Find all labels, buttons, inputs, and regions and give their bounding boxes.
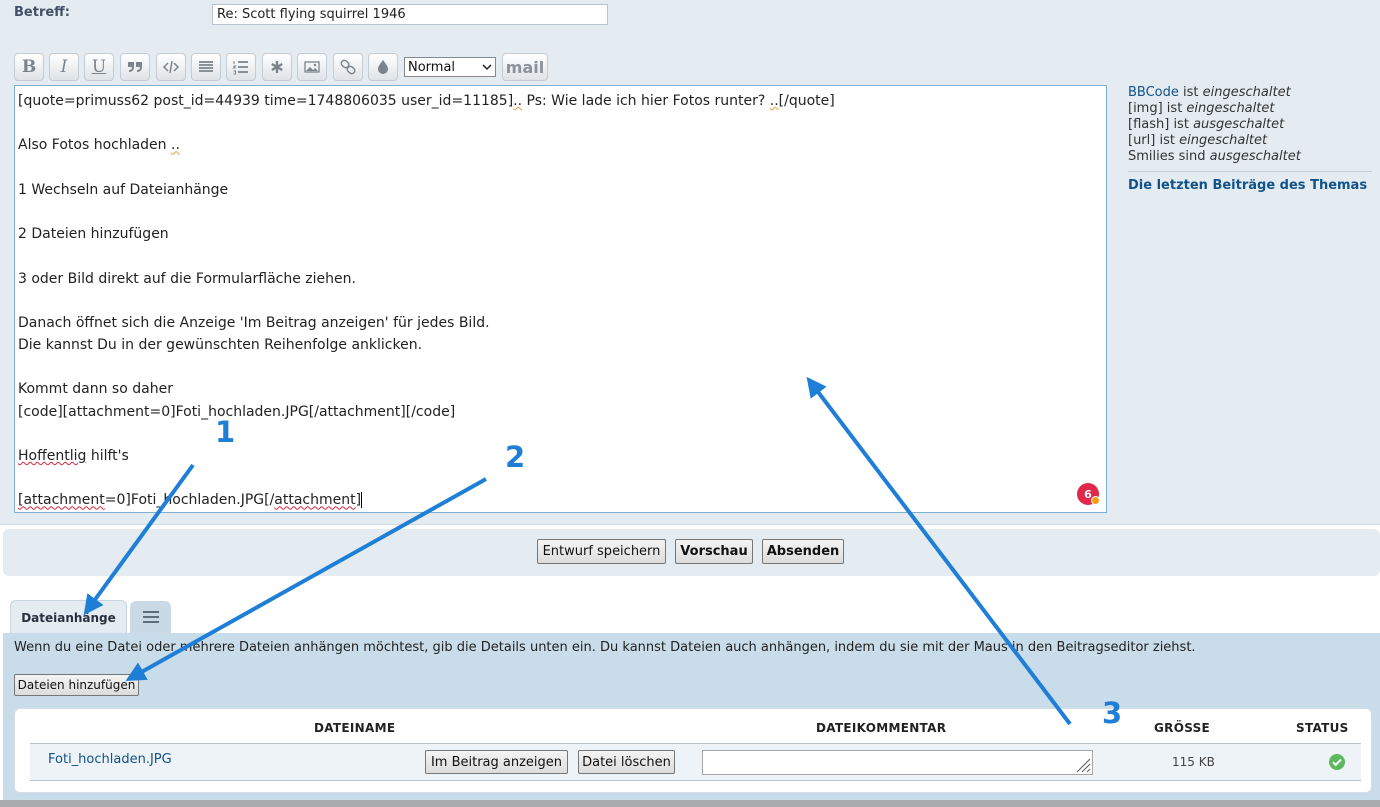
- attachments-description: Wenn du eine Datei oder mehrere Dateien …: [14, 640, 1196, 655]
- resize-grip-icon[interactable]: [1073, 755, 1091, 773]
- bbcode-status-panel: BBCode ist eingeschaltet [img] ist einge…: [1128, 85, 1372, 194]
- column-filename: DATEINAME: [314, 721, 396, 735]
- save-draft-button[interactable]: Entwurf speichern: [537, 539, 666, 564]
- column-comment: DATEIKOMMENTAR: [816, 721, 947, 735]
- underline-button[interactable]: U: [84, 53, 114, 81]
- color-button[interactable]: [368, 53, 398, 81]
- list-button[interactable]: [191, 53, 221, 81]
- img-status: [img] ist eingeschaltet: [1128, 101, 1275, 116]
- smilies-status: Smilies sind ausgeschaltet: [1128, 149, 1301, 164]
- file-comment-input[interactable]: [702, 750, 1093, 775]
- italic-button[interactable]: I: [49, 53, 79, 81]
- quote-icon: [128, 62, 142, 72]
- editor-line: Hoffentlig hilft's: [18, 448, 129, 464]
- url-status: [url] ist eingeschaltet: [1128, 133, 1268, 148]
- code-icon: [162, 60, 180, 74]
- ordered-list-icon: [232, 61, 248, 75]
- editor-line: [code][attachment=0]Foti_hochladen.JPG[/…: [18, 403, 456, 420]
- annotation-label-1: 1: [215, 415, 236, 449]
- tab-attachments[interactable]: Dateianhänge: [10, 600, 127, 634]
- menu-icon: [142, 611, 159, 623]
- editor-line: Danach öffnet sich die Anzeige 'Im Beitr…: [18, 314, 490, 331]
- tab-options[interactable]: [130, 601, 171, 633]
- file-name-link[interactable]: Foti_hochladen.JPG: [48, 752, 172, 767]
- column-status: STATUS: [1296, 721, 1349, 735]
- editor-line: Also Fotos hochladen ..: [18, 137, 180, 154]
- annotation-label-3: 3: [1102, 696, 1123, 730]
- divider: [1128, 171, 1372, 172]
- ordered-list-button[interactable]: [226, 53, 256, 81]
- editor-line: [attachment=0]Foti_hochladen.JPG[/attach…: [18, 492, 363, 509]
- color-drop-icon: [378, 60, 388, 74]
- spellcheck-badge[interactable]: 6: [1077, 483, 1100, 505]
- check-circle-icon: [1329, 754, 1345, 770]
- show-in-post-button[interactable]: Im Beitrag anzeigen: [425, 750, 568, 774]
- font-size-select[interactable]: Normal: [404, 57, 496, 77]
- last-posts-link[interactable]: Die letzten Beiträge des Themas: [1128, 178, 1372, 194]
- list-icon: [199, 61, 213, 72]
- editor-line: 2 Dateien hinzufügen: [18, 226, 169, 243]
- attachments-table: DATEINAME DATEIKOMMENTAR GRÖSSE STATUS F…: [14, 708, 1372, 793]
- asterisk-icon: [271, 61, 283, 73]
- subject-input[interactable]: Re: Scott flying squirrel 1946: [212, 4, 608, 25]
- editor-line: 1 Wechseln auf Dateianhänge: [18, 181, 229, 198]
- image-icon: [304, 61, 320, 73]
- bbcode-link[interactable]: BBCode: [1128, 85, 1179, 100]
- table-row: Foti_hochladen.JPG Im Beitrag anzeigen D…: [30, 743, 1361, 781]
- file-size: 115 KB: [1172, 755, 1215, 769]
- badge-dot: [1091, 496, 1100, 505]
- text-caret: [361, 492, 363, 509]
- quote-button[interactable]: [120, 53, 150, 81]
- editor-line: Kommt dann so daher: [18, 381, 173, 398]
- window-bottom-edge: [0, 800, 1380, 807]
- subject-label: Betreff:: [14, 5, 70, 20]
- chevron-down-icon: [482, 63, 492, 70]
- link-icon: [340, 59, 356, 75]
- editor-line: 3 oder Bild direkt auf die Formularfläch…: [18, 270, 356, 287]
- annotation-label-2: 2: [505, 440, 526, 474]
- message-editor[interactable]: [quote=primuss62 post_id=44939 time=1748…: [14, 85, 1107, 513]
- submit-button[interactable]: Absenden: [762, 539, 844, 564]
- list-item-button[interactable]: [262, 53, 292, 81]
- link-button[interactable]: [333, 53, 363, 81]
- editor-line: [quote=primuss62 post_id=44939 time=1748…: [18, 93, 835, 109]
- code-button[interactable]: [156, 53, 186, 81]
- flash-status: [flash] ist ausgeschaltet: [1128, 117, 1285, 132]
- font-size-value: Normal: [408, 59, 456, 75]
- column-size: GRÖSSE: [1154, 721, 1211, 735]
- delete-file-button[interactable]: Datei löschen: [578, 750, 675, 774]
- image-button[interactable]: [297, 53, 327, 81]
- editor-line: Die kannst Du in der gewünschten Reihenf…: [18, 337, 423, 354]
- mail-button[interactable]: mail: [502, 53, 548, 81]
- add-files-button[interactable]: Dateien hinzufügen: [14, 674, 139, 696]
- bbcode-status: BBCode ist eingeschaltet: [1128, 85, 1291, 100]
- bold-button[interactable]: B: [14, 53, 44, 81]
- preview-button[interactable]: Vorschau: [675, 539, 753, 564]
